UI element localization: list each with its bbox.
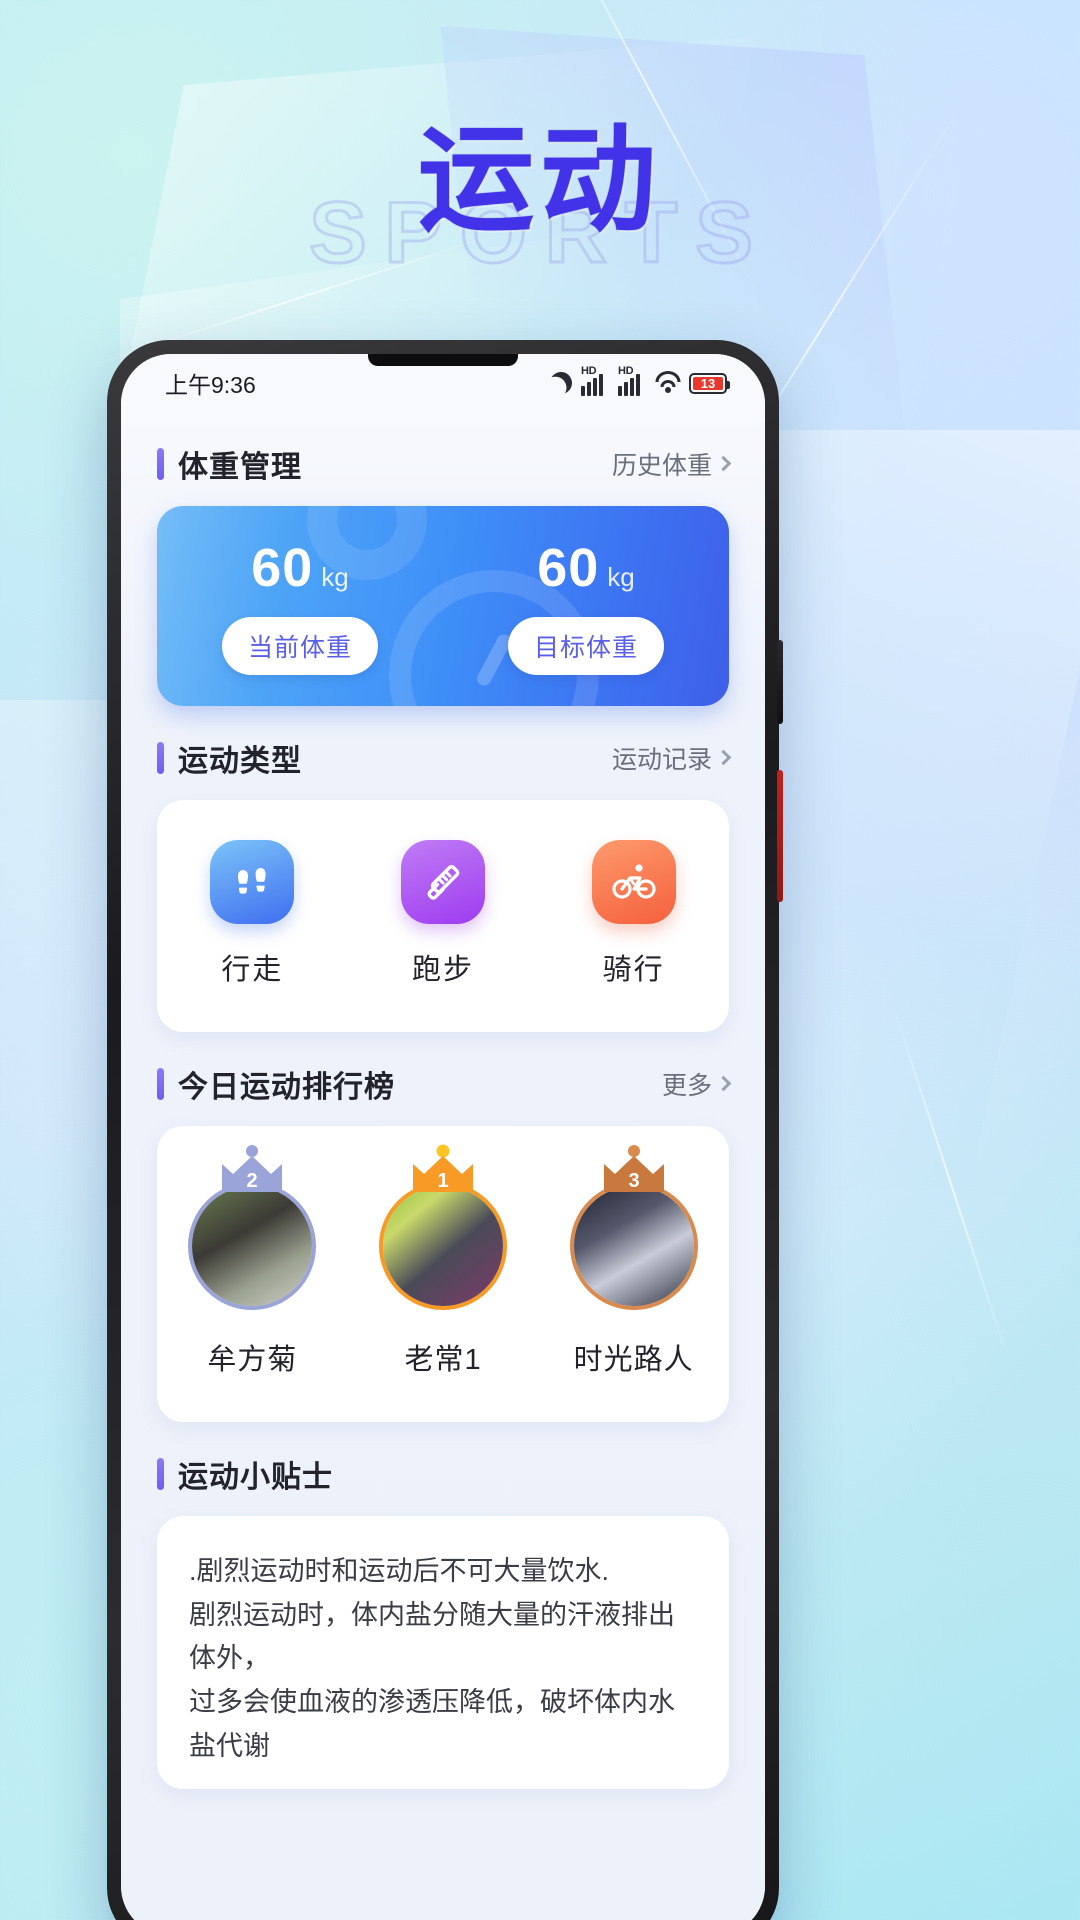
rank-number: 2 bbox=[247, 1170, 258, 1192]
do-not-disturb-moon-icon bbox=[550, 372, 572, 394]
crown-rank-1-icon: 1 bbox=[413, 1144, 473, 1192]
section-accent-bar bbox=[157, 1068, 164, 1100]
hd-signal-icon-secondary: HD bbox=[618, 365, 646, 402]
section-accent-bar bbox=[157, 742, 164, 774]
ranking-name: 牟方菊 bbox=[207, 1344, 298, 1376]
app-content: 体重管理 历史体重 60 kg 当前体重 60 kg 目标体重 运动类型 运动记… bbox=[121, 412, 765, 1920]
current-weight-value: 60 bbox=[251, 538, 314, 598]
hd-label-secondary: HD bbox=[618, 364, 634, 377]
sport-record-link[interactable]: 运动记录 bbox=[611, 740, 732, 776]
tips-line-2: 剧烈运动时，体内盐分随大量的汗液排出体外， bbox=[189, 1599, 675, 1674]
volume-button[interactable] bbox=[777, 770, 783, 902]
status-icons: HD HD 13 bbox=[550, 365, 730, 402]
hd-signal-icon: HD bbox=[581, 365, 609, 402]
weight-history-label: 历史体重 bbox=[611, 452, 712, 480]
sport-type-section-header: 运动类型 运动记录 bbox=[121, 706, 765, 800]
sport-record-label: 运动记录 bbox=[611, 746, 712, 774]
battery-icon: 13 bbox=[689, 372, 730, 394]
power-button[interactable] bbox=[777, 640, 783, 724]
sport-label-running: 跑步 bbox=[412, 954, 475, 986]
poster-title: 运动 bbox=[418, 113, 662, 248]
ranking-more-link[interactable]: 更多 bbox=[661, 1066, 732, 1102]
chevron-right-icon bbox=[715, 749, 732, 766]
rank-number: 3 bbox=[628, 1170, 639, 1192]
ranking-name: 老常1 bbox=[404, 1344, 482, 1376]
hd-label: HD bbox=[581, 364, 597, 377]
current-weight-unit: kg bbox=[321, 562, 349, 592]
chevron-right-icon bbox=[715, 1075, 732, 1092]
rank-number: 1 bbox=[437, 1170, 448, 1192]
phone-mockup: 上午9:36 HD HD 13 体重管理 历史体重 60 kg 当前体重 60 … bbox=[107, 340, 783, 1920]
poster-hero: SPORTS 运动 bbox=[0, 0, 1080, 340]
ranking-item[interactable]: 1 老常1 bbox=[348, 1144, 539, 1378]
background-line bbox=[890, 999, 1010, 1363]
weight-section-header: 体重管理 历史体重 bbox=[121, 412, 765, 506]
tips-line-1: .剧烈运动时和运动后不可大量饮水. bbox=[189, 1556, 610, 1586]
ranking-section-title: 今日运动排行榜 bbox=[178, 1071, 395, 1104]
target-weight-button[interactable]: 目标体重 bbox=[507, 617, 664, 675]
current-weight-block[interactable]: 60 kg 当前体重 bbox=[157, 506, 443, 706]
chevron-right-icon bbox=[715, 455, 732, 472]
avatar[interactable] bbox=[188, 1182, 317, 1310]
section-accent-bar bbox=[157, 1458, 164, 1490]
sport-label-walking: 行走 bbox=[221, 954, 284, 986]
battery-level: 13 bbox=[700, 375, 716, 391]
ranking-section-header: 今日运动排行榜 更多 bbox=[121, 1032, 765, 1126]
current-weight-button[interactable]: 当前体重 bbox=[221, 617, 378, 675]
phone-screen: 上午9:36 HD HD 13 体重管理 历史体重 60 kg 当前体重 60 … bbox=[121, 354, 765, 1920]
bicycle-icon bbox=[591, 840, 676, 924]
sport-types-card: 行走 跑步 骑行 bbox=[157, 800, 729, 1032]
tips-section-title: 运动小贴士 bbox=[178, 1461, 333, 1494]
ranking-item[interactable]: 3 时光路人 bbox=[538, 1145, 729, 1378]
sport-item-cycling[interactable]: 骑行 bbox=[538, 840, 729, 988]
weight-history-link[interactable]: 历史体重 bbox=[611, 446, 732, 482]
crown-rank-3-icon: 3 bbox=[603, 1145, 664, 1192]
avatar[interactable] bbox=[569, 1182, 698, 1310]
running-shoe-icon bbox=[401, 840, 485, 924]
target-weight-value: 60 bbox=[537, 538, 600, 598]
weight-section-title: 体重管理 bbox=[178, 451, 302, 484]
section-accent-bar bbox=[157, 448, 164, 480]
status-time: 上午9:36 bbox=[165, 372, 256, 398]
tips-line-3: 过多会使血液的渗透压降低，破坏体内水盐代谢 bbox=[189, 1687, 675, 1761]
ranking-item[interactable]: 2 牟方菊 bbox=[157, 1145, 348, 1378]
target-weight-block[interactable]: 60 kg 目标体重 bbox=[443, 506, 729, 706]
tips-section-header: 运动小贴士 bbox=[121, 1422, 765, 1516]
weight-card[interactable]: 60 kg 当前体重 60 kg 目标体重 bbox=[157, 506, 729, 706]
sport-type-section-title: 运动类型 bbox=[178, 745, 302, 778]
target-weight-unit: kg bbox=[607, 562, 635, 592]
sport-item-walking[interactable]: 行走 bbox=[157, 840, 348, 988]
ranking-more-label: 更多 bbox=[661, 1072, 712, 1100]
tips-card: .剧烈运动时和运动后不可大量饮水. 剧烈运动时，体内盐分随大量的汗液排出体外， … bbox=[157, 1516, 729, 1789]
footprints-icon bbox=[210, 840, 295, 924]
sport-label-cycling: 骑行 bbox=[602, 954, 665, 986]
wifi-icon bbox=[655, 370, 680, 393]
phone-notch bbox=[368, 354, 518, 366]
crown-rank-2-icon: 2 bbox=[222, 1145, 283, 1192]
ranking-name: 时光路人 bbox=[573, 1344, 694, 1376]
ranking-card: 2 牟方菊 1 老常1 3 时光路人 bbox=[157, 1126, 729, 1422]
sport-item-running[interactable]: 跑步 bbox=[348, 840, 539, 988]
avatar[interactable] bbox=[379, 1182, 507, 1310]
